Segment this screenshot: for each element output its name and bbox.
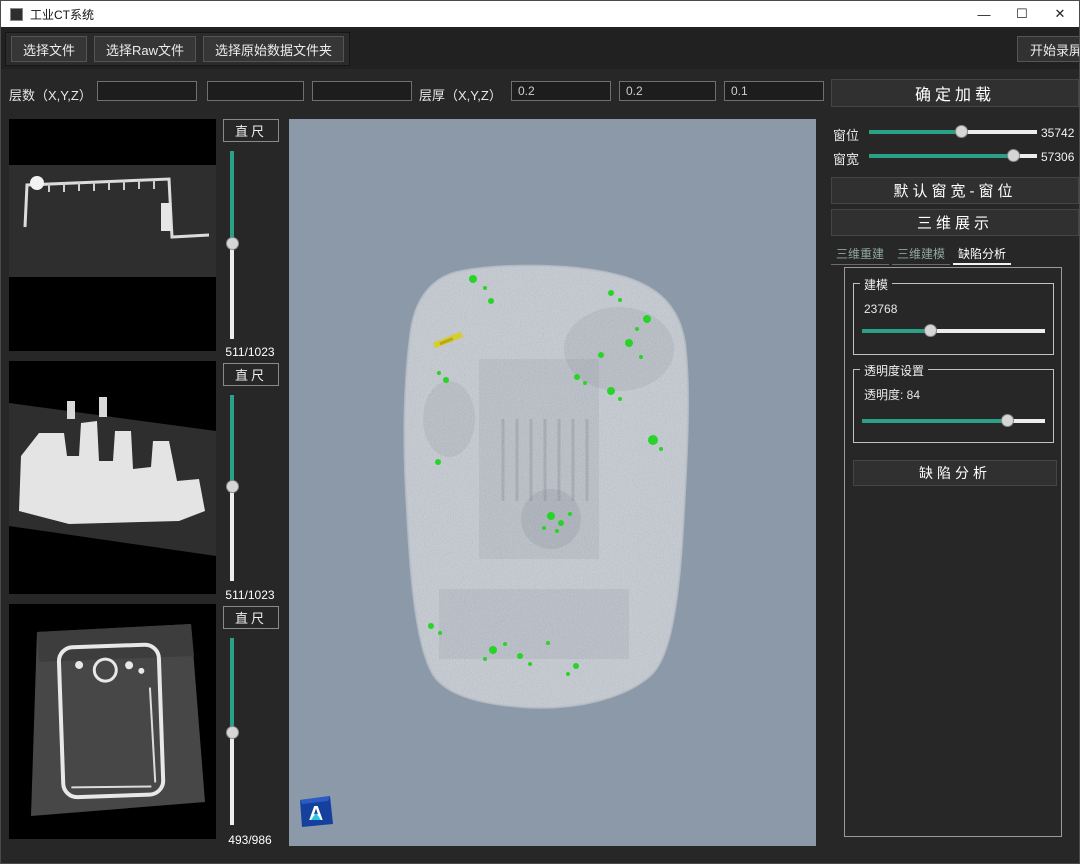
ruler-label-1: 直尺 bbox=[223, 119, 279, 142]
slice-position-2: 511/1023 bbox=[213, 588, 287, 602]
layers-x-input[interactable] bbox=[97, 81, 197, 101]
slider-handle[interactable] bbox=[226, 480, 239, 493]
slice-slider-3[interactable] bbox=[225, 638, 240, 825]
layers-label: 层数（X,Y,Z） bbox=[9, 85, 92, 104]
ct-slice-image-2 bbox=[9, 361, 216, 594]
ct-slice-view-2[interactable] bbox=[9, 361, 216, 594]
layers-z-input[interactable] bbox=[312, 81, 412, 101]
slider-fill bbox=[869, 130, 961, 134]
transparency-slider[interactable] bbox=[862, 414, 1045, 428]
app-icon bbox=[10, 8, 23, 21]
window-level-value: 35742 bbox=[1041, 126, 1074, 140]
window-width-label: 窗宽 bbox=[833, 149, 859, 168]
tab-defect-analysis[interactable]: 缺陷分析 bbox=[953, 243, 1011, 265]
modeling-value: 23768 bbox=[864, 302, 897, 316]
slider-fill bbox=[230, 638, 234, 732]
slider-handle[interactable] bbox=[1001, 414, 1014, 427]
slider-fill bbox=[869, 154, 1013, 158]
start-record-button[interactable]: 开始录屏 bbox=[1017, 36, 1080, 62]
slider-track[interactable] bbox=[869, 130, 1037, 134]
transparency-value-label: 透明度: 84 bbox=[864, 386, 920, 403]
slider-fill bbox=[230, 151, 234, 243]
industrial-ct-window: 工业CT系统 — ☐ ✕ 选择文件 选择Raw文件 选择原始数据文件夹 开始录屏… bbox=[0, 0, 1080, 864]
ct-slice-image-1 bbox=[9, 119, 216, 351]
window-width-value: 57306 bbox=[1041, 150, 1074, 164]
thickness-x-input[interactable] bbox=[511, 81, 611, 101]
modeling-slider[interactable] bbox=[862, 324, 1045, 338]
slider-fill bbox=[862, 419, 1007, 423]
ct-slice-image-3 bbox=[9, 604, 216, 839]
slice-slider-2[interactable] bbox=[225, 395, 240, 581]
slice-slider-1[interactable] bbox=[225, 151, 240, 339]
thickness-label: 层厚（X,Y,Z） bbox=[419, 85, 502, 104]
slider-handle[interactable] bbox=[1007, 149, 1020, 162]
analysis-tabbar: 三维重建 三维建模 缺陷分析 bbox=[831, 243, 1011, 265]
viewer-3d[interactable]: A bbox=[289, 119, 816, 846]
defect-analysis-button[interactable]: 缺陷分析 bbox=[853, 460, 1057, 486]
transparency-group-title: 透明度设置 bbox=[860, 362, 928, 379]
layers-y-input[interactable] bbox=[207, 81, 304, 101]
thickness-y-input[interactable] bbox=[619, 81, 716, 101]
close-button[interactable]: ✕ bbox=[1041, 1, 1079, 27]
window-level-label: 窗位 bbox=[833, 125, 859, 144]
tab-3d-modeling[interactable]: 三维建模 bbox=[892, 243, 950, 265]
select-raw-folder-button[interactable]: 选择原始数据文件夹 bbox=[203, 36, 344, 62]
slider-handle[interactable] bbox=[226, 726, 239, 739]
ct-slice-view-3[interactable] bbox=[9, 604, 216, 839]
ct-slice-view-1[interactable] bbox=[9, 119, 216, 351]
slider-handle[interactable] bbox=[955, 125, 968, 138]
display-3d-button[interactable]: 三维展示 bbox=[831, 209, 1079, 236]
thickness-z-input[interactable] bbox=[724, 81, 824, 101]
window-width-slider[interactable] bbox=[869, 149, 1037, 163]
window-title: 工业CT系统 bbox=[30, 6, 94, 23]
slider-handle[interactable] bbox=[226, 237, 239, 250]
slice-position-1: 511/1023 bbox=[213, 345, 287, 359]
default-window-button[interactable]: 默认窗宽-窗位 bbox=[831, 177, 1079, 204]
slider-fill bbox=[862, 329, 930, 333]
tab-3d-reconstruction[interactable]: 三维重建 bbox=[831, 243, 889, 265]
confirm-load-button[interactable]: 确定加载 bbox=[831, 79, 1079, 107]
slider-track[interactable] bbox=[862, 419, 1045, 423]
a-cube-logo-icon: A bbox=[297, 793, 335, 829]
reconstructed-object bbox=[289, 119, 816, 846]
minimize-button[interactable]: — bbox=[965, 1, 1003, 27]
window-controls: — ☐ ✕ bbox=[965, 1, 1079, 27]
ruler-label-3: 直尺 bbox=[223, 606, 279, 629]
select-raw-file-button[interactable]: 选择Raw文件 bbox=[94, 36, 196, 62]
slice-position-3: 493/986 bbox=[213, 833, 287, 847]
maximize-button[interactable]: ☐ bbox=[1003, 1, 1041, 27]
transparency-groupbox: 透明度设置 透明度: 84 bbox=[853, 369, 1054, 443]
slider-handle[interactable] bbox=[924, 324, 937, 337]
slider-track[interactable] bbox=[862, 329, 1045, 333]
window-level-slider[interactable] bbox=[869, 125, 1037, 139]
slider-fill bbox=[230, 395, 234, 486]
titlebar: 工业CT系统 — ☐ ✕ bbox=[1, 1, 1079, 27]
select-file-button[interactable]: 选择文件 bbox=[11, 36, 87, 62]
modeling-group-title: 建模 bbox=[860, 276, 892, 293]
modeling-groupbox: 建模 23768 bbox=[853, 283, 1054, 355]
toolbar: 选择文件 选择Raw文件 选择原始数据文件夹 开始录屏 bbox=[1, 27, 1079, 69]
file-button-group: 选择文件 选择Raw文件 选择原始数据文件夹 bbox=[5, 32, 350, 66]
ruler-label-2: 直尺 bbox=[223, 363, 279, 386]
